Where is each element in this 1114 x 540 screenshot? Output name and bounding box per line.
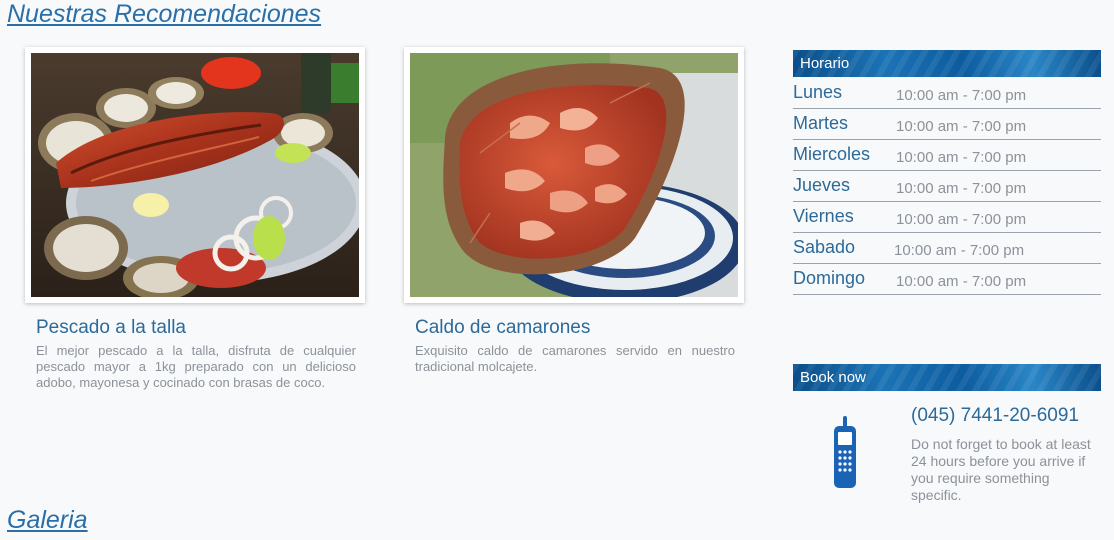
schedule-row: Sabado 10:00 am - 7:00 pm	[793, 233, 1101, 264]
schedule-header-label: Horario	[800, 55, 850, 72]
schedule-day: Sabado	[793, 237, 856, 257]
schedule-hours: 10:00 am - 7:00 pm	[894, 242, 1025, 259]
recommendation-card: Pescado a la talla El mejor pescado a la…	[25, 47, 365, 391]
gallery-title[interactable]: Galeria	[7, 506, 88, 535]
photo-frame	[25, 47, 365, 303]
card-title: Caldo de camarones	[415, 317, 591, 338]
schedule-day: Jueves	[793, 175, 851, 195]
schedule-row: Miercoles 10:00 am - 7:00 pm	[793, 140, 1101, 171]
schedule-hours: 10:00 am - 7:00 pm	[896, 180, 1027, 197]
schedule-row: Jueves 10:00 am - 7:00 pm	[793, 171, 1101, 202]
schedule-row: Viernes 10:00 am - 7:00 pm	[793, 202, 1101, 233]
booking-phone-number[interactable]: (045) 7441-20-6091	[911, 405, 1079, 427]
card-description: Exquisito caldo de camarones servido en …	[415, 343, 735, 374]
card-title: Pescado a la talla	[36, 317, 186, 338]
schedule-list: Lunes 10:00 am - 7:00 pm Martes 10:00 am…	[793, 78, 1101, 295]
recommendation-card: Caldo de camarones Exquisito caldo de ca…	[404, 47, 744, 375]
book-now-label: Book now	[800, 369, 866, 386]
recommendations-title[interactable]: Nuestras Recomendaciones	[7, 0, 321, 29]
shrimp-soup-photo	[410, 53, 738, 297]
schedule-day: Viernes	[793, 206, 854, 226]
schedule-day: Lunes	[793, 82, 843, 102]
schedule-day: Miercoles	[793, 144, 871, 164]
schedule-hours: 10:00 am - 7:00 pm	[896, 87, 1027, 104]
schedule-day: Domingo	[793, 268, 866, 288]
photo-frame	[404, 47, 744, 303]
schedule-day: Martes	[793, 113, 849, 133]
schedule-hours: 10:00 am - 7:00 pm	[896, 211, 1027, 228]
card-description: El mejor pescado a la talla, disfruta de…	[36, 343, 356, 390]
schedule-hours: 10:00 am - 7:00 pm	[896, 118, 1027, 135]
grilled-fish-photo	[31, 53, 359, 297]
schedule-row: Lunes 10:00 am - 7:00 pm	[793, 78, 1101, 109]
book-now-header: Book now	[793, 364, 1101, 391]
schedule-header: Horario	[793, 50, 1101, 77]
mobile-phone-icon	[834, 416, 856, 488]
schedule-row: Domingo 10:00 am - 7:00 pm	[793, 264, 1101, 295]
schedule-hours: 10:00 am - 7:00 pm	[896, 273, 1027, 290]
schedule-row: Martes 10:00 am - 7:00 pm	[793, 109, 1101, 140]
schedule-hours: 10:00 am - 7:00 pm	[896, 149, 1027, 166]
booking-note: Do not forget to book at least 24 hours …	[911, 436, 1091, 503]
